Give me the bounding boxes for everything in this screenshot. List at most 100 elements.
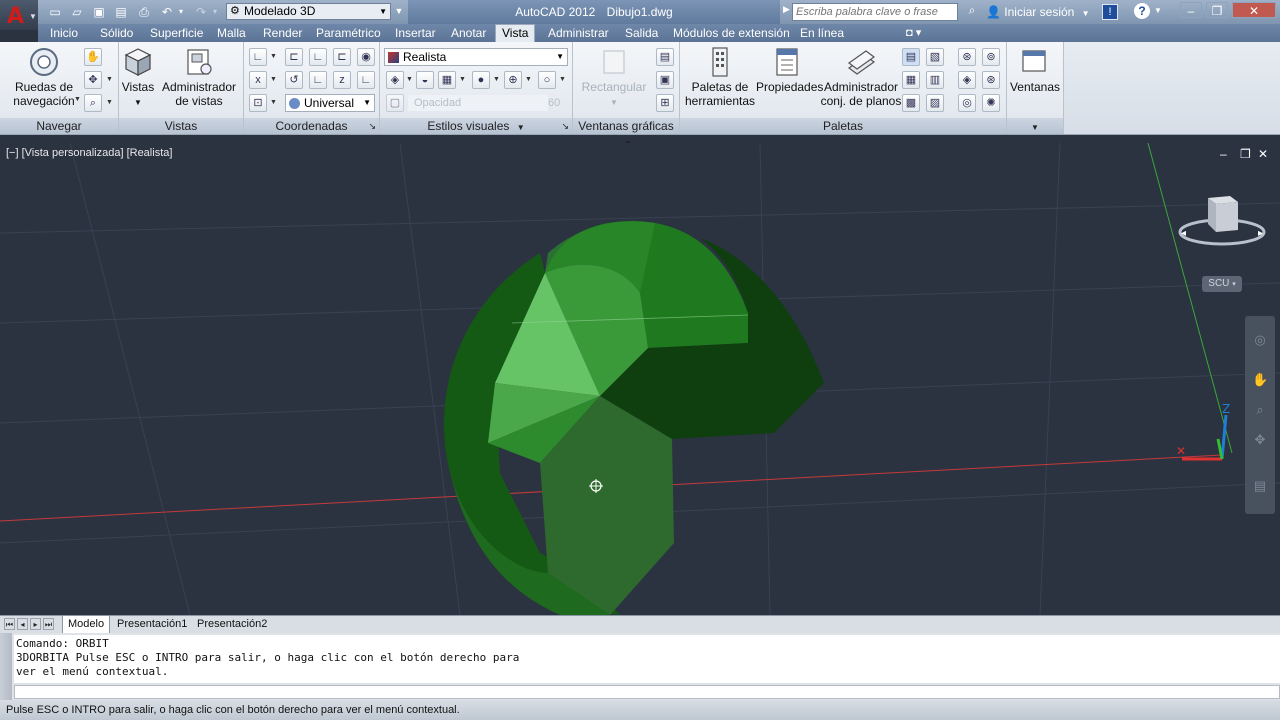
wcs-menu-button[interactable]: SCU ▾	[1202, 276, 1242, 292]
viewport-config-icon[interactable]: ▤	[656, 48, 674, 66]
tab-modulos-de-extension[interactable]: Módulos de extensión	[667, 25, 796, 42]
last-layout-icon[interactable]: ⏭	[43, 618, 54, 630]
redo-dropdown-icon[interactable]: ▾	[210, 3, 220, 21]
ucs-select[interactable]: Universal ▼	[285, 94, 375, 112]
quick-access-customize-icon[interactable]: ▼	[393, 3, 405, 20]
first-layout-icon[interactable]: ⏮	[4, 618, 15, 630]
help-icon[interactable]: ?	[1134, 3, 1150, 19]
view-manager-button[interactable]: Administrador de vistas	[159, 46, 239, 108]
orbit-icon[interactable]: ✥	[84, 71, 102, 89]
next-layout-icon[interactable]: ▸	[30, 618, 41, 630]
face-style-icon[interactable]: ▦	[438, 71, 456, 89]
command-window-grip[interactable]	[0, 633, 12, 700]
ucs-x-icon[interactable]: x	[249, 71, 267, 89]
ucs-previous-icon[interactable]: ⊏	[333, 48, 351, 66]
edge-effects-icon[interactable]: ◈	[386, 71, 404, 89]
palette-11-icon[interactable]: ◎	[958, 94, 976, 112]
windows-button[interactable]: Ventanas	[1009, 46, 1061, 94]
shadows-icon[interactable]: ◒	[416, 71, 434, 89]
chevron-down-icon[interactable]: ▼	[270, 53, 277, 60]
chevron-down-icon[interactable]: ▼	[74, 96, 81, 103]
palette-2-icon[interactable]: ▧	[926, 48, 944, 66]
viewcube[interactable]: ◂ ▸	[1178, 192, 1268, 256]
search-expand-icon[interactable]: ▶	[783, 4, 790, 15]
lighting-sphere-icon[interactable]: ○	[538, 71, 556, 89]
layout-tab-modelo[interactable]: Modelo	[62, 616, 111, 634]
viewport-restore-button[interactable]: ❐	[1240, 147, 1251, 161]
material-icon[interactable]: ⊕	[504, 71, 522, 89]
ucs-z-icon[interactable]: z	[333, 71, 351, 89]
tab-en-linea[interactable]: En línea	[794, 25, 850, 42]
drawing-viewport[interactable]: ✕ Z [−] [Vista personalizada] [Realista]…	[0, 143, 1280, 615]
rectangular-viewport-button[interactable]: Rectangular ▼	[577, 46, 651, 110]
command-input[interactable]	[14, 685, 1280, 699]
sheet-set-manager-button[interactable]: Administrador conj. de planos	[820, 46, 902, 108]
nav-wheel-icon[interactable]: ◎	[1252, 332, 1268, 348]
tab-insertar[interactable]: Insertar	[389, 25, 442, 42]
viewport-join-icon[interactable]: ⊞	[656, 94, 674, 112]
visual-style-select[interactable]: Realista ▼	[384, 48, 568, 66]
zoom-extents-icon[interactable]: ⌕	[84, 94, 102, 112]
open-file-icon[interactable]: ▱	[68, 3, 86, 21]
tab-parametrico[interactable]: Paramétrico	[310, 25, 387, 42]
dialog-launcher-icon[interactable]: ↘	[561, 118, 569, 134]
palette-6-icon[interactable]: ▨	[926, 94, 944, 112]
palette-4-icon[interactable]: ▥	[926, 71, 944, 89]
chevron-down-icon[interactable]: ▼	[106, 76, 113, 83]
minimize-button[interactable]: –	[1180, 2, 1202, 18]
undo-dropdown-icon[interactable]: ▾	[176, 3, 186, 21]
new-file-icon[interactable]: ▭	[46, 3, 64, 21]
palette-12-icon[interactable]: ✺	[982, 94, 1000, 112]
tab-superficie[interactable]: Superficie	[144, 25, 209, 42]
palette-7-icon[interactable]: ⊛	[958, 48, 976, 66]
application-menu-button[interactable]: A ▼	[0, 0, 38, 30]
chevron-down-icon[interactable]: ▼	[1031, 123, 1039, 132]
chevron-down-icon[interactable]: ▼	[406, 76, 413, 83]
chevron-down-icon[interactable]: ▼	[493, 76, 500, 83]
binoculars-search-icon[interactable]: ⌕	[962, 3, 982, 21]
ribbon-display-toggle-icon[interactable]: ◘ ▾	[906, 26, 921, 39]
model-canvas[interactable]: ✕ Z	[0, 143, 1280, 615]
layout-tab-presentacion2[interactable]: Presentación2	[192, 616, 272, 633]
chevron-down-icon[interactable]: ▼	[525, 76, 532, 83]
pan-hand-icon[interactable]: ✋	[84, 48, 102, 66]
viewport-label[interactable]: [−] [Vista personalizada] [Realista]	[6, 147, 172, 159]
exchange-icon[interactable]: !	[1102, 4, 1118, 20]
chevron-down-icon[interactable]: ▼	[559, 76, 566, 83]
undo-icon[interactable]: ↶	[158, 3, 176, 21]
chevron-down-icon[interactable]: ▼	[270, 99, 277, 106]
showmotion-icon[interactable]: ▤	[1252, 478, 1268, 494]
ucs-origin-icon[interactable]: ↺	[285, 71, 303, 89]
ucs-named-icon[interactable]: ⊏	[285, 48, 303, 66]
tab-anotar[interactable]: Anotar	[445, 25, 492, 42]
maximize-button[interactable]: ❐	[1206, 2, 1228, 18]
zoom-icon[interactable]: ⌕	[1252, 402, 1268, 418]
palette-9-icon[interactable]: ◈	[958, 71, 976, 89]
tab-vista[interactable]: Vista	[495, 24, 536, 43]
palette-8-icon[interactable]: ⊚	[982, 48, 1000, 66]
properties-button[interactable]: Propiedades	[756, 46, 823, 94]
ucs-3point-icon[interactable]: ∟	[357, 71, 375, 89]
sign-in-button[interactable]: 👤 Iniciar sesión ▼	[986, 3, 1090, 21]
ucs-icon[interactable]: ∟	[249, 48, 267, 66]
palette-5-icon[interactable]: ▩	[902, 94, 920, 112]
save-icon[interactable]: ▣	[90, 3, 108, 21]
palette-3-icon[interactable]: ▦	[902, 71, 920, 89]
ucs-world-icon[interactable]: ∟	[309, 48, 327, 66]
viewport-clip-icon[interactable]: ▣	[656, 71, 674, 89]
palette-1-icon[interactable]: ▤	[902, 48, 920, 66]
color-sphere-icon[interactable]: ●	[472, 71, 490, 89]
pan-icon[interactable]: ✋	[1252, 372, 1268, 388]
chevron-down-icon[interactable]: ▼	[459, 76, 466, 83]
tab-inicio[interactable]: Inicio	[44, 25, 84, 42]
tab-salida[interactable]: Salida	[619, 25, 664, 42]
tab-administrar[interactable]: Administrar	[542, 25, 615, 42]
dialog-launcher-icon[interactable]: ↘	[368, 118, 376, 134]
navigation-wheel-button[interactable]: Ruedas de navegación	[12, 46, 76, 108]
viewport-close-button[interactable]: ✕	[1258, 147, 1268, 161]
close-button[interactable]: ✕	[1232, 2, 1276, 18]
tab-solido[interactable]: Sólido	[94, 25, 139, 42]
workspace-select[interactable]: ⚙ Modelado 3D ▼	[226, 3, 391, 20]
chevron-down-icon[interactable]: ▼	[1154, 6, 1162, 15]
search-input[interactable]	[792, 3, 958, 21]
